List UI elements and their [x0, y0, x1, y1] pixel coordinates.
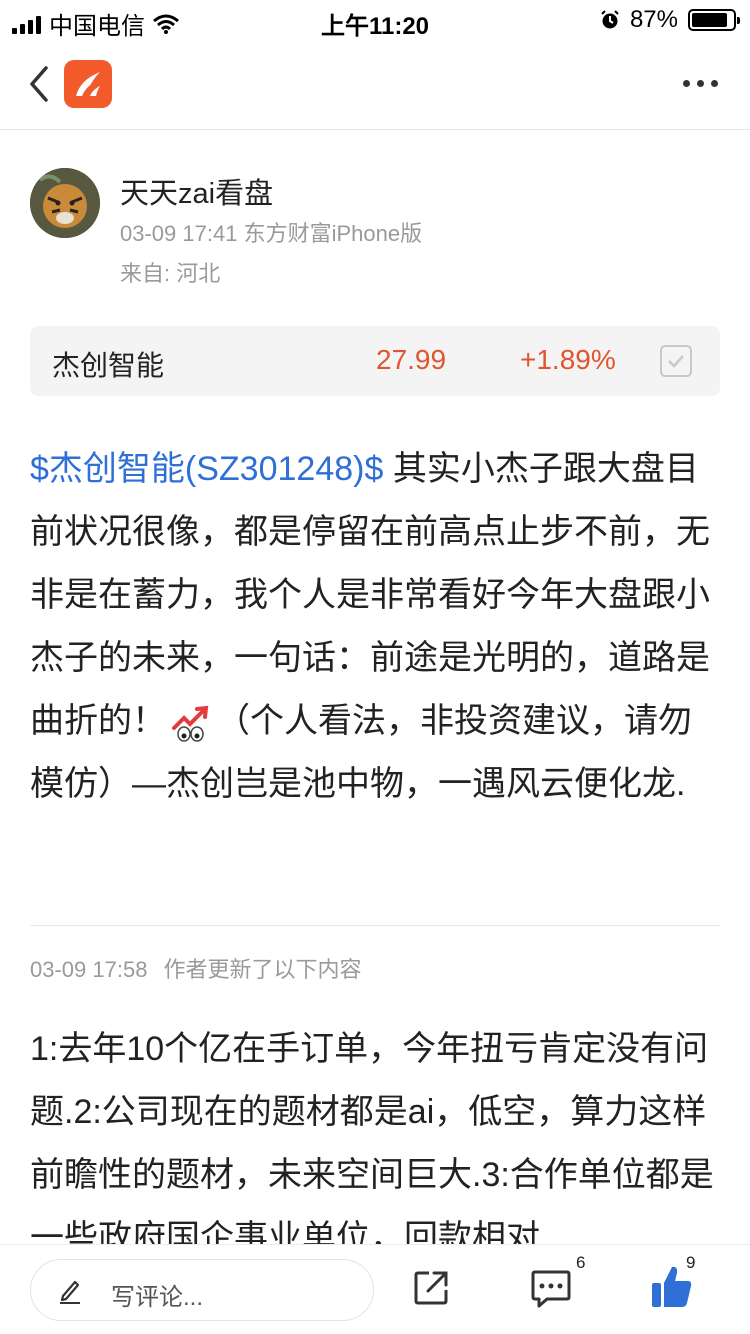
comment-count: 6 — [576, 1253, 586, 1272]
post-body: $杰创智能(SZ301248)$ 其实小杰子跟大盘目前状况很像，都是停留在前高点… — [30, 438, 720, 816]
alarm-icon — [601, 10, 619, 29]
battery-level — [692, 13, 727, 27]
chevron-left-icon[interactable] — [22, 62, 62, 106]
post-meta: 03-09 17:41 东方财富iPhone版 — [120, 216, 422, 248]
post-text-part1: 其实小杰子跟大盘目前状况很像，都是停留在前高点止步不前，无非是在蓄力，我个人是非… — [30, 450, 710, 740]
update-meta: 03-09 17:58 作者更新了以下内容 — [30, 952, 361, 984]
top-nav — [0, 40, 750, 130]
post-location: 来自: 河北 — [120, 261, 221, 286]
post-source: 东方财富iPhone版 — [243, 221, 423, 246]
comment-input[interactable]: 写评论... — [30, 1259, 374, 1321]
comment-placeholder: 写评论... — [111, 1284, 204, 1311]
stock-name: 杰创智能 — [52, 350, 165, 381]
avatar[interactable] — [30, 168, 100, 238]
rising-chart-emoji-icon — [170, 702, 212, 744]
stock-change: +1.89% — [520, 344, 616, 375]
author-name[interactable]: 天天zai看盘 — [120, 170, 273, 212]
update-label: 作者更新了以下内容 — [163, 957, 362, 982]
stock-price: 27.99 — [376, 344, 447, 375]
eastmoney-logo-icon — [64, 60, 112, 108]
bottom-bar: 写评论... 6 9 — [0, 1244, 750, 1334]
post-datetime: 03-09 17:41 — [120, 221, 238, 246]
update-datetime: 03-09 17:58 — [30, 957, 148, 982]
battery-icon — [688, 9, 740, 31]
comment-icon[interactable] — [530, 1267, 572, 1309]
status-bar: 中国电信 上午11:20 87% — [0, 0, 750, 40]
battery-percent: 87% — [629, 6, 678, 33]
divider — [30, 925, 720, 926]
add-watchlist-checkbox[interactable] — [660, 345, 692, 377]
update-body: 1:去年10个亿在手订单，今年扭亏肯定没有问题.2:公司现在的题材都是ai，低空… — [30, 1030, 714, 1244]
stock-card[interactable]: 杰创智能 27.99 +1.89% — [30, 326, 720, 396]
stock-tag-link[interactable]: $杰创智能(SZ301248)$ — [30, 450, 383, 488]
like-count: 9 — [686, 1253, 696, 1272]
share-icon[interactable] — [412, 1269, 450, 1307]
pencil-icon — [60, 1280, 80, 1304]
more-dots-icon[interactable] — [683, 80, 718, 87]
